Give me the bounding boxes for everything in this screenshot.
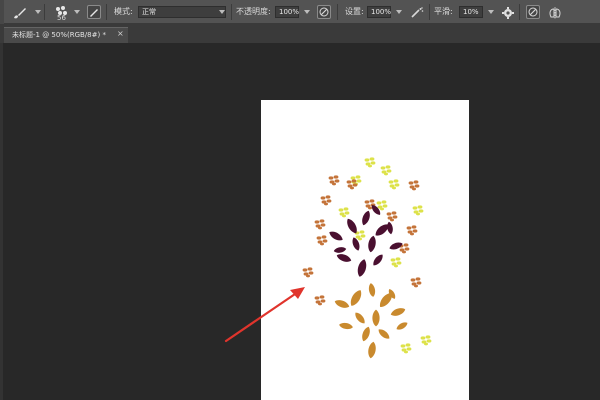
- artwork-layer: [224, 157, 432, 359]
- rust-leaf-clusters: [302, 175, 422, 306]
- dark-leaf-cluster: [327, 203, 404, 278]
- orange-leaf-cluster: [333, 282, 409, 359]
- annotation-arrow: [224, 287, 305, 343]
